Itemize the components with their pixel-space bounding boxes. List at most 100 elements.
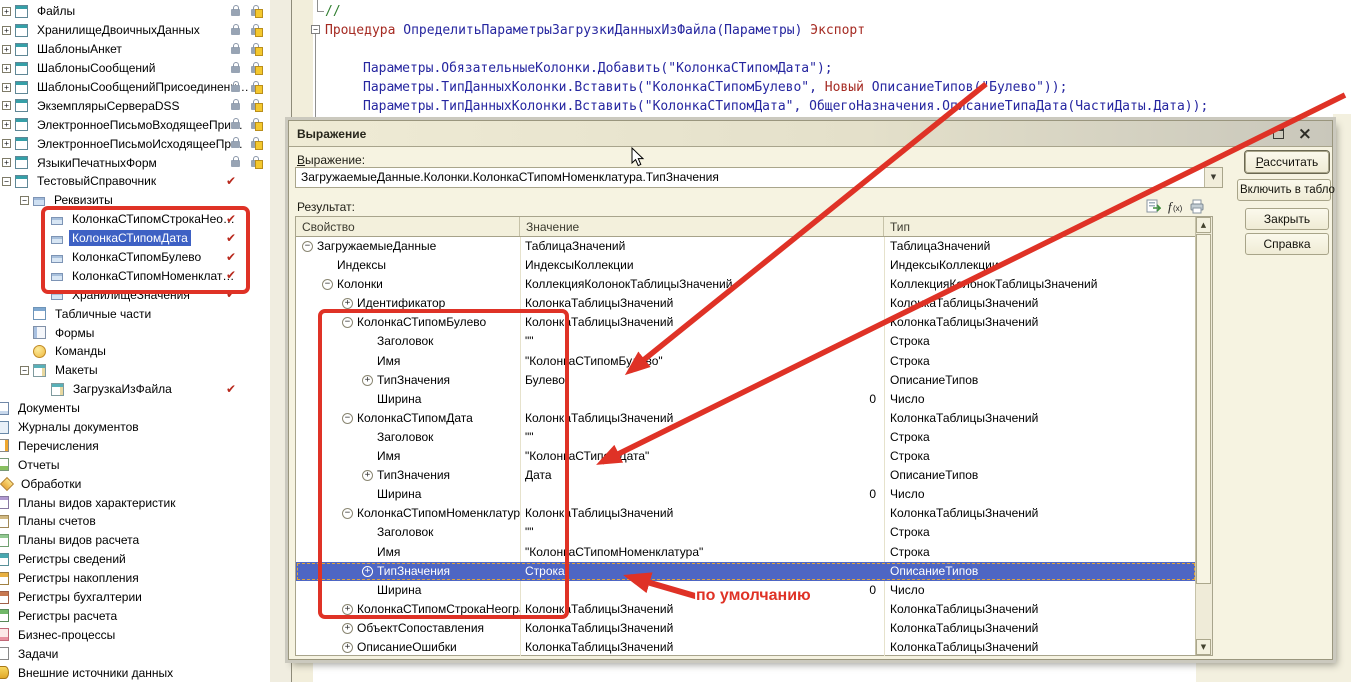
tree-item[interactable]: Табличные части bbox=[0, 304, 270, 323]
result-row[interactable]: +ИдентификаторКолонкаТаблицыЗначенийКоло… bbox=[296, 294, 1196, 313]
formula-icon[interactable]: f(x) bbox=[1167, 199, 1183, 214]
print-icon[interactable] bbox=[1189, 199, 1205, 214]
tree-item[interactable]: ХранилищеЗначения✔ bbox=[0, 285, 270, 304]
expand-icon[interactable]: + bbox=[2, 101, 11, 110]
tree-item[interactable]: +Файлы bbox=[0, 2, 270, 21]
result-row[interactable]: Имя"КолонкаСТипомБулево"Строка bbox=[296, 352, 1196, 371]
tree-item[interactable]: Бизнес-процессы bbox=[0, 625, 270, 644]
output-icon[interactable] bbox=[1145, 199, 1161, 214]
result-row[interactable]: Заголовок""Строка bbox=[296, 428, 1196, 447]
code-line-comment[interactable]: // bbox=[325, 2, 341, 21]
tree-item[interactable]: +ЯзыкиПечатныхФорм bbox=[0, 153, 270, 172]
expand-icon[interactable]: + bbox=[2, 45, 11, 54]
tree-item-selected[interactable]: КолонкаСТипомДата✔ bbox=[0, 229, 270, 248]
tree-item[interactable]: Планы счетов bbox=[0, 512, 270, 531]
tree-item[interactable]: Регистры бухгалтерии bbox=[0, 588, 270, 607]
tree-item[interactable]: +ХранилищеДвоичныхДанных bbox=[0, 21, 270, 40]
tree-item[interactable]: Документы bbox=[0, 399, 270, 418]
result-row[interactable]: −КолонкиКоллекцияКолонокТаблицыЗначенийК… bbox=[296, 275, 1196, 294]
tree-item[interactable]: Внешние источники данных bbox=[0, 663, 270, 682]
tree-item[interactable]: Журналы документов bbox=[0, 418, 270, 437]
code-line-procedure[interactable]: Процедура ОпределитьПараметрыЗагрузкиДан… bbox=[325, 21, 865, 40]
collapse-icon[interactable]: − bbox=[2, 177, 11, 186]
tree-item[interactable]: −Макеты bbox=[0, 361, 270, 380]
code-line[interactable]: Параметры.ТипДанныхКолонки.Вставить("Кол… bbox=[325, 78, 1067, 97]
tree-item[interactable]: +ЭлектронноеПисьмоИсходящееПр… bbox=[0, 134, 270, 153]
maximize-icon[interactable] bbox=[1273, 128, 1284, 139]
scroll-down-icon[interactable]: ▼ bbox=[1196, 639, 1211, 655]
tree-item[interactable]: +ШаблоныАнкет bbox=[0, 40, 270, 59]
tree-item[interactable]: +ШаблоныСообщенийПрисоединенн… bbox=[0, 78, 270, 97]
tree-item[interactable]: −Реквизиты bbox=[0, 191, 270, 210]
tree-item[interactable]: −ТестовыйСправочник✔ bbox=[0, 172, 270, 191]
result-row[interactable]: Заголовок""Строка bbox=[296, 332, 1196, 351]
tree-item[interactable]: Формы bbox=[0, 323, 270, 342]
column-header-value[interactable]: Значение bbox=[520, 217, 884, 236]
expand-icon[interactable]: + bbox=[2, 83, 11, 92]
result-row[interactable]: −ЗагружаемыеДанныеТаблицаЗначенийТаблица… bbox=[296, 237, 1196, 256]
tree-item[interactable]: Перечисления bbox=[0, 436, 270, 455]
tree-item[interactable]: Регистры накопления bbox=[0, 569, 270, 588]
metadata-tree: +Файлы +ХранилищеДвоичныхДанных +Шаблоны… bbox=[0, 0, 270, 682]
expand-icon[interactable]: + bbox=[2, 139, 11, 148]
scroll-up-icon[interactable]: ▲ bbox=[1196, 217, 1211, 233]
include-in-board-button[interactable]: Включить в табло bbox=[1237, 179, 1331, 201]
tree-item[interactable]: Обработки bbox=[0, 474, 270, 493]
tree-item[interactable]: +ЭлектронноеПисьмоВходящееПри… bbox=[0, 115, 270, 134]
tree-item[interactable]: +ЭкземплярыСервераDSS bbox=[0, 96, 270, 115]
result-row[interactable]: +ОписаниеОшибкиКолонкаТаблицыЗначенийКол… bbox=[296, 638, 1196, 656]
expression-input[interactable]: ЗагружаемыеДанные.Колонки.КолонкаСТипомН… bbox=[295, 167, 1223, 188]
tree-item[interactable]: +ШаблоныСообщений bbox=[0, 59, 270, 78]
close-icon[interactable]: × bbox=[1298, 122, 1312, 146]
result-row[interactable]: Ширина0Число bbox=[296, 581, 1196, 600]
expression-dialog: Выражение × Выражение: ЗагружаемыеДанные… bbox=[288, 120, 1333, 660]
expand-icon[interactable]: + bbox=[2, 7, 11, 16]
tree-item[interactable]: Регистры расчета bbox=[0, 607, 270, 626]
expand-icon[interactable]: + bbox=[2, 158, 11, 167]
result-row[interactable]: −КолонкаСТипомДатаКолонкаТаблицыЗначений… bbox=[296, 409, 1196, 428]
expand-icon[interactable]: + bbox=[2, 26, 11, 35]
close-button[interactable]: Закрыть bbox=[1245, 208, 1329, 230]
result-row[interactable]: −КолонкаСТипомБулевоКолонкаТаблицыЗначен… bbox=[296, 313, 1196, 332]
result-row[interactable]: Заголовок""Строка bbox=[296, 523, 1196, 542]
enumerations-icon bbox=[0, 439, 9, 452]
tree-item[interactable]: КолонкаСТипомСтрокаНео…✔ bbox=[0, 210, 270, 229]
result-row[interactable]: Имя"КолонкаСТипомДата"Строка bbox=[296, 447, 1196, 466]
dialog-titlebar[interactable]: Выражение × bbox=[289, 121, 1332, 147]
result-row[interactable]: +ОбъектСопоставленияКолонкаТаблицыЗначен… bbox=[296, 619, 1196, 638]
tree-item[interactable]: КолонкаСТипомБулево✔ bbox=[0, 248, 270, 267]
tree-item[interactable]: Регистры сведений bbox=[0, 550, 270, 569]
modified-check-icon: ✔ bbox=[226, 174, 236, 188]
collapse-icon[interactable]: − bbox=[20, 366, 29, 375]
code-line[interactable]: Параметры.ОбязательныеКолонки.Добавить("… bbox=[325, 59, 833, 78]
result-row[interactable]: ИндексыИндексыКоллекцииИндексыКоллекции bbox=[296, 256, 1196, 275]
tree-item[interactable]: ЗагрузкаИзФайла✔ bbox=[0, 380, 270, 399]
scrollbar-thumb[interactable] bbox=[1196, 234, 1211, 584]
help-button[interactable]: Справка bbox=[1245, 233, 1329, 255]
result-row[interactable]: +ТипЗначенияДатаОписаниеТипов bbox=[296, 466, 1196, 485]
lock-icon bbox=[231, 141, 240, 148]
tree-item[interactable]: Задачи bbox=[0, 644, 270, 663]
tree-item[interactable]: Планы видов расчета bbox=[0, 531, 270, 550]
tree-item[interactable]: Планы видов характеристик bbox=[0, 493, 270, 512]
expand-icon[interactable]: + bbox=[2, 120, 11, 129]
tree-item[interactable]: Команды bbox=[0, 342, 270, 361]
column-header-property[interactable]: Свойство bbox=[296, 217, 520, 236]
result-row-selected[interactable]: +ТипЗначенияСтрокаОписаниеТипов bbox=[296, 562, 1196, 581]
tree-item[interactable]: Отчеты bbox=[0, 455, 270, 474]
collapse-icon[interactable]: − bbox=[20, 196, 29, 205]
tree-item[interactable]: КолонкаСТипомНоменклат…✔ bbox=[0, 266, 270, 285]
result-row[interactable]: −КолонкаСТипомНоменклатураКолонкаТаблицы… bbox=[296, 504, 1196, 523]
vertical-scrollbar[interactable]: ▲ ▼ bbox=[1195, 217, 1212, 655]
code-line[interactable]: Параметры.ТипДанныхКолонки.Вставить("Кол… bbox=[325, 97, 1208, 116]
result-row[interactable]: Ширина0Число bbox=[296, 485, 1196, 504]
dropdown-button[interactable]: ▼ bbox=[1204, 168, 1222, 187]
expand-icon[interactable]: + bbox=[2, 64, 11, 73]
collapse-block-icon[interactable]: − bbox=[311, 25, 320, 34]
column-header-type[interactable]: Тип bbox=[884, 217, 1212, 236]
calculate-button[interactable]: Рассчитать bbox=[1245, 151, 1329, 173]
result-row[interactable]: Имя"КолонкаСТипомНоменклатура"Строка bbox=[296, 543, 1196, 562]
result-row[interactable]: +КолонкаСТипомСтрокаНеограниченнаяКолонк… bbox=[296, 600, 1196, 619]
result-row[interactable]: +ТипЗначенияБулевоОписаниеТипов bbox=[296, 371, 1196, 390]
result-row[interactable]: Ширина0Число bbox=[296, 390, 1196, 409]
